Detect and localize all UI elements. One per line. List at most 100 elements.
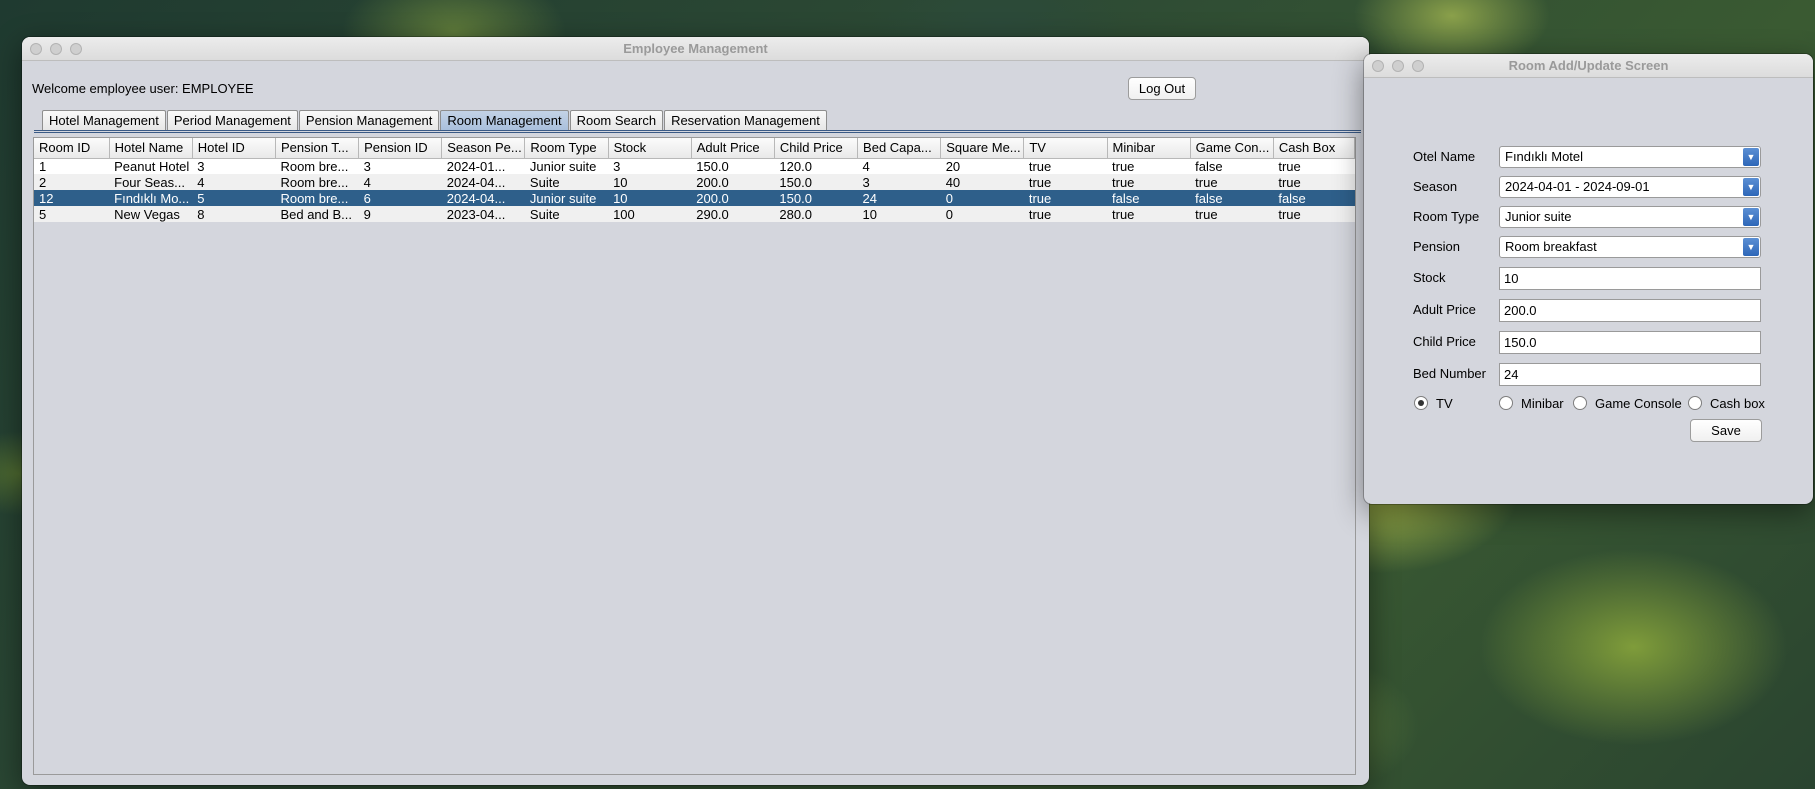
minimize-window-button[interactable] bbox=[1392, 60, 1404, 72]
table-cell: 10 bbox=[857, 206, 941, 222]
table-cell: 2024-01... bbox=[441, 158, 525, 174]
room-type-value: Junior suite bbox=[1505, 209, 1572, 224]
column-header[interactable]: Square Me... bbox=[940, 138, 1025, 159]
table-cell: true bbox=[1107, 206, 1191, 222]
pension-label: Pension bbox=[1413, 239, 1460, 254]
column-header[interactable]: Season Pe... bbox=[441, 138, 526, 159]
logout-button[interactable]: Log Out bbox=[1128, 77, 1196, 100]
season-label: Season bbox=[1413, 179, 1458, 194]
welcome-text: Welcome employee user: EMPLOYEE bbox=[32, 81, 254, 96]
tab-hotel-management[interactable]: Hotel Management bbox=[42, 110, 166, 131]
table-cell: 3 bbox=[857, 174, 941, 190]
table-cell: 200.0 bbox=[691, 190, 775, 206]
table-row[interactable]: 1 Peanut Hotel 3 Room bre... 3 2024-01..… bbox=[34, 158, 1355, 174]
tab-reservation-management[interactable]: Reservation Management bbox=[664, 110, 827, 131]
table-cell: Peanut Hotel bbox=[109, 158, 193, 174]
table-cell: 4 bbox=[192, 174, 276, 190]
table-cell: Junior suite bbox=[524, 190, 609, 206]
table-cell: 2023-04... bbox=[441, 206, 525, 222]
adult-price-label: Adult Price bbox=[1413, 302, 1476, 317]
adult-price-field[interactable] bbox=[1499, 299, 1761, 322]
otel-name-label: Otel Name bbox=[1413, 149, 1476, 164]
cash-box-radio-label: Cash box bbox=[1710, 395, 1765, 411]
stock-field[interactable] bbox=[1499, 267, 1761, 290]
close-window-button[interactable] bbox=[30, 43, 42, 55]
pension-combo[interactable]: Room breakfast ▼ bbox=[1499, 236, 1761, 258]
otel-name-combo[interactable]: Fındıklı Motel ▼ bbox=[1499, 146, 1761, 168]
column-header[interactable]: Minibar bbox=[1107, 138, 1191, 159]
chevron-down-icon: ▼ bbox=[1743, 148, 1759, 166]
radio-empty-icon bbox=[1573, 396, 1587, 410]
chevron-down-icon: ▼ bbox=[1743, 208, 1759, 226]
table-cell: 10 bbox=[608, 190, 692, 206]
table-row[interactable]: 2 Four Seas... 4 Room bre... 4 2024-04..… bbox=[34, 174, 1355, 190]
table-cell: Suite bbox=[524, 206, 609, 222]
table-cell: 6 bbox=[358, 190, 442, 206]
column-header[interactable]: Cash Box bbox=[1273, 138, 1356, 159]
table-cell: 0 bbox=[940, 190, 1024, 206]
table-cell: Four Seas... bbox=[109, 174, 193, 190]
column-header[interactable]: Bed Capa... bbox=[857, 138, 942, 159]
column-header[interactable]: Child Price bbox=[774, 138, 859, 159]
table-cell: Junior suite bbox=[524, 158, 609, 174]
column-header[interactable]: Hotel Name bbox=[109, 138, 193, 159]
radio-selected-icon bbox=[1414, 396, 1428, 410]
tab-period-management[interactable]: Period Management bbox=[166, 110, 298, 131]
tab-pension-management[interactable]: Pension Management bbox=[298, 110, 440, 131]
tv-radio-label: TV bbox=[1436, 395, 1453, 411]
room-type-combo[interactable]: Junior suite ▼ bbox=[1499, 206, 1761, 228]
table-cell: true bbox=[1190, 174, 1274, 190]
column-header[interactable]: Pension T... bbox=[275, 138, 360, 159]
close-window-button[interactable] bbox=[1372, 60, 1384, 72]
season-combo[interactable]: 2024-04-01 - 2024-09-01 ▼ bbox=[1499, 176, 1761, 198]
radio-empty-icon bbox=[1499, 396, 1513, 410]
table-cell: Room bre... bbox=[275, 190, 359, 206]
tv-radio[interactable]: TV bbox=[1414, 394, 1453, 412]
table-cell: true bbox=[1190, 206, 1274, 222]
column-header[interactable]: Pension ID bbox=[358, 138, 443, 159]
column-header[interactable]: Room Type bbox=[524, 138, 609, 159]
column-header[interactable]: Adult Price bbox=[691, 138, 775, 159]
table-cell: 3 bbox=[192, 158, 276, 174]
minibar-radio[interactable]: Minibar bbox=[1499, 394, 1564, 412]
table-cell: true bbox=[1107, 174, 1191, 190]
zoom-window-button[interactable] bbox=[70, 43, 82, 55]
zoom-window-button[interactable] bbox=[1412, 60, 1424, 72]
table-cell: Bed and B... bbox=[275, 206, 359, 222]
table-row[interactable]: 5 New Vegas 8 Bed and B... 9 2023-04... … bbox=[34, 206, 1355, 222]
tab-room-search[interactable]: Room Search bbox=[569, 110, 664, 131]
bed-number-field[interactable] bbox=[1499, 363, 1761, 386]
table-cell: 120.0 bbox=[774, 158, 858, 174]
window-controls bbox=[1372, 60, 1424, 72]
tab-room-management[interactable]: Room Management bbox=[440, 110, 569, 131]
table-header-row: Room ID Hotel Name Hotel ID Pension T...… bbox=[34, 138, 1356, 159]
room-type-label: Room Type bbox=[1413, 209, 1480, 224]
employee-management-window: Employee Management Welcome employee use… bbox=[22, 37, 1369, 785]
window-controls bbox=[30, 43, 82, 55]
save-button[interactable]: Save bbox=[1690, 419, 1762, 442]
table-cell: 3 bbox=[608, 158, 692, 174]
column-header[interactable]: Game Con... bbox=[1190, 138, 1274, 159]
room-table-scrollpane[interactable]: Room ID Hotel Name Hotel ID Pension T...… bbox=[33, 137, 1356, 775]
table-cell: 2024-04... bbox=[441, 174, 525, 190]
main-titlebar[interactable]: Employee Management bbox=[22, 37, 1369, 61]
child-price-field[interactable] bbox=[1499, 331, 1761, 354]
side-titlebar[interactable]: Room Add/Update Screen bbox=[1364, 54, 1813, 78]
table-cell: false bbox=[1190, 190, 1274, 206]
column-header[interactable]: Hotel ID bbox=[192, 138, 276, 159]
table-cell: true bbox=[1023, 174, 1108, 190]
column-header[interactable]: Room ID bbox=[34, 138, 110, 159]
radio-empty-icon bbox=[1688, 396, 1702, 410]
room-table[interactable]: Room ID Hotel Name Hotel ID Pension T...… bbox=[34, 138, 1356, 222]
minimize-window-button[interactable] bbox=[50, 43, 62, 55]
cash-box-radio[interactable]: Cash box bbox=[1688, 394, 1765, 412]
column-header[interactable]: Stock bbox=[608, 138, 692, 159]
table-row-selected[interactable]: 12 Fındıklı Mo... 5 Room bre... 6 2024-0… bbox=[34, 190, 1355, 206]
table-cell: 3 bbox=[358, 158, 442, 174]
bed-number-label: Bed Number bbox=[1413, 366, 1486, 381]
column-header[interactable]: TV bbox=[1023, 138, 1108, 159]
table-cell: 10 bbox=[608, 174, 692, 190]
game-console-radio[interactable]: Game Console bbox=[1573, 394, 1682, 412]
table-cell: Suite bbox=[524, 174, 609, 190]
minibar-radio-label: Minibar bbox=[1521, 395, 1564, 411]
